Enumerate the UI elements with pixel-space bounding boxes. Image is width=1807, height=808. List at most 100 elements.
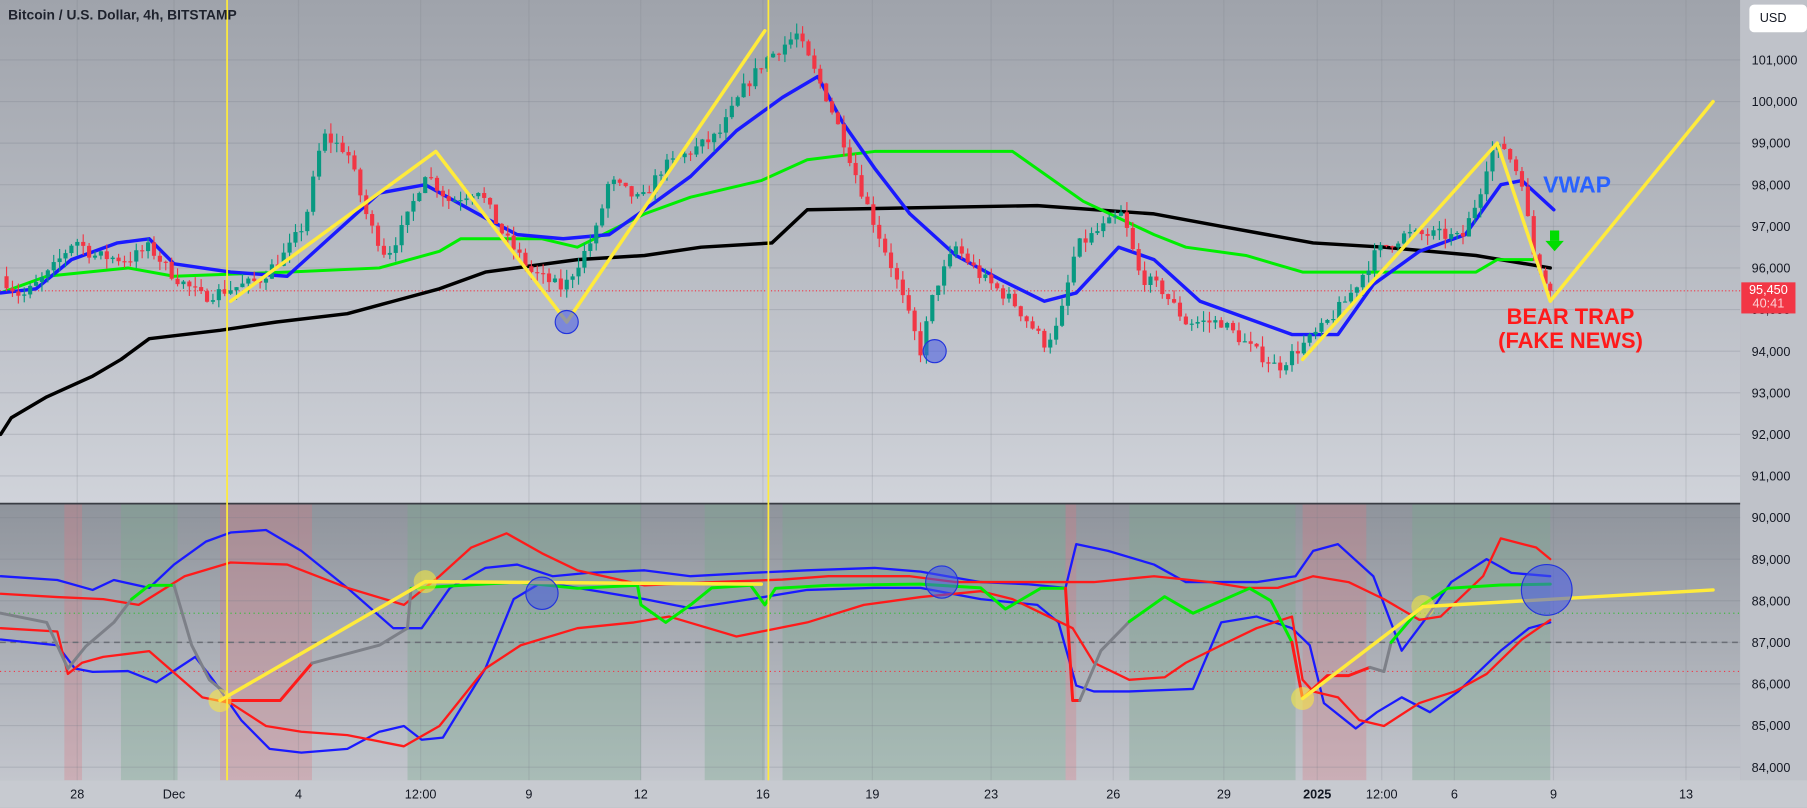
- price-chart[interactable]: 101,000 100,000 99,000 98,000 97,000 96,000 95…: [0, 0, 1807, 808]
- candle-body: [228, 290, 233, 294]
- candle-body: [328, 133, 333, 143]
- candle-body: [1396, 243, 1401, 248]
- candle-body: [75, 241, 80, 246]
- circle-marker[interactable]: [922, 339, 947, 364]
- candle-body: [1113, 215, 1118, 218]
- price-tick-label: 90,000: [1752, 511, 1791, 525]
- candle-body: [316, 150, 322, 177]
- candle-body: [128, 261, 133, 263]
- candle-body: [1372, 250, 1377, 271]
- candle-body: [1295, 351, 1300, 354]
- candle-body: [1307, 334, 1312, 343]
- candle-body: [723, 117, 729, 133]
- candle-body: [405, 211, 410, 226]
- candle-body: [1166, 294, 1171, 300]
- candle-body: [594, 225, 599, 244]
- price-pane[interactable]: [0, 0, 1741, 504]
- candle: [1077, 237, 1082, 258]
- candle-body: [1390, 246, 1395, 248]
- candle-body: [918, 331, 923, 356]
- candle-body: [1148, 276, 1153, 285]
- bear-trap-annotation[interactable]: BEAR TRAP (FAKE NEWS): [1498, 305, 1643, 353]
- candle-body: [1095, 231, 1100, 234]
- candle-body: [1460, 232, 1466, 237]
- candle-body: [617, 179, 622, 183]
- candle-body: [1272, 362, 1277, 364]
- yellow-circle-marker[interactable]: [413, 570, 437, 594]
- time-tick-label: 12:00: [1366, 788, 1398, 802]
- candle-body: [747, 83, 752, 87]
- candle-body: [812, 55, 817, 69]
- candle-body: [423, 177, 428, 194]
- candle-body: [635, 194, 640, 197]
- candle-body: [771, 53, 776, 58]
- candle-body: [210, 300, 216, 302]
- candle-body: [877, 224, 882, 239]
- candle-body: [658, 174, 664, 176]
- price-tick-label: 92,000: [1752, 428, 1791, 442]
- candle-body: [1301, 342, 1306, 354]
- candle-body: [1036, 328, 1041, 331]
- yellow-circle-marker[interactable]: [1291, 686, 1315, 711]
- candle-body: [169, 261, 174, 279]
- candle-body: [199, 287, 204, 292]
- candle-body: [1260, 346, 1265, 363]
- candle-body: [541, 273, 546, 275]
- candle-body: [293, 232, 298, 243]
- candle-body: [712, 133, 717, 143]
- candle-body: [1000, 288, 1006, 299]
- yellow-circle-marker[interactable]: [1411, 595, 1435, 619]
- vwap-annotation[interactable]: VWAP: [1543, 173, 1611, 200]
- candle-body: [983, 274, 988, 278]
- candle-body: [1466, 218, 1471, 237]
- currency-button[interactable]: USD: [1749, 4, 1807, 33]
- candle-body: [888, 252, 894, 269]
- candle-body: [464, 198, 469, 201]
- candle-body: [1348, 292, 1354, 302]
- candle-body: [1130, 227, 1135, 250]
- yellow-circle-marker[interactable]: [208, 689, 232, 713]
- candle-body: [1065, 282, 1071, 306]
- candle-body: [505, 233, 510, 236]
- candle-body: [1525, 186, 1530, 217]
- candle-body: [906, 295, 911, 311]
- price-tick-label: 88,000: [1752, 594, 1791, 608]
- candle-body: [1171, 299, 1177, 303]
- candle-body: [977, 265, 982, 278]
- candle-body: [1319, 322, 1324, 332]
- candle-body: [894, 268, 900, 280]
- candle-body: [69, 245, 74, 254]
- circle-marker[interactable]: [554, 309, 579, 335]
- candle-body: [552, 278, 558, 283]
- candle-body: [1054, 325, 1059, 340]
- circle-marker[interactable]: [925, 565, 959, 599]
- candle-body: [1225, 322, 1230, 328]
- candle-body: [417, 193, 422, 202]
- candle-body: [305, 211, 310, 232]
- last-price-value: 95,450: [1748, 283, 1788, 298]
- candle-body: [1101, 223, 1106, 232]
- candle-body: [829, 101, 835, 113]
- candle: [930, 294, 935, 324]
- candle-body: [387, 252, 392, 255]
- candle-body: [735, 97, 740, 106]
- candle: [824, 82, 829, 103]
- candle-body: [1425, 234, 1430, 236]
- candle-body: [240, 283, 245, 288]
- candle-body: [835, 112, 841, 125]
- candle-body: [753, 68, 758, 87]
- candle-body: [1449, 234, 1454, 239]
- price-tick-label: 86,000: [1752, 678, 1791, 692]
- circle-marker[interactable]: [1520, 564, 1573, 616]
- candle-body: [947, 254, 953, 267]
- candle-body: [1201, 320, 1206, 322]
- time-axis[interactable]: [0, 780, 1807, 808]
- candle-body: [1136, 249, 1141, 271]
- candle-body: [1484, 171, 1489, 195]
- candle-body: [1437, 228, 1442, 231]
- candle-body: [717, 132, 723, 134]
- time-tick-label: 2025: [1303, 788, 1331, 802]
- circle-marker[interactable]: [525, 576, 559, 610]
- candle-body: [39, 277, 45, 282]
- time-tick-label: 6: [1451, 788, 1458, 802]
